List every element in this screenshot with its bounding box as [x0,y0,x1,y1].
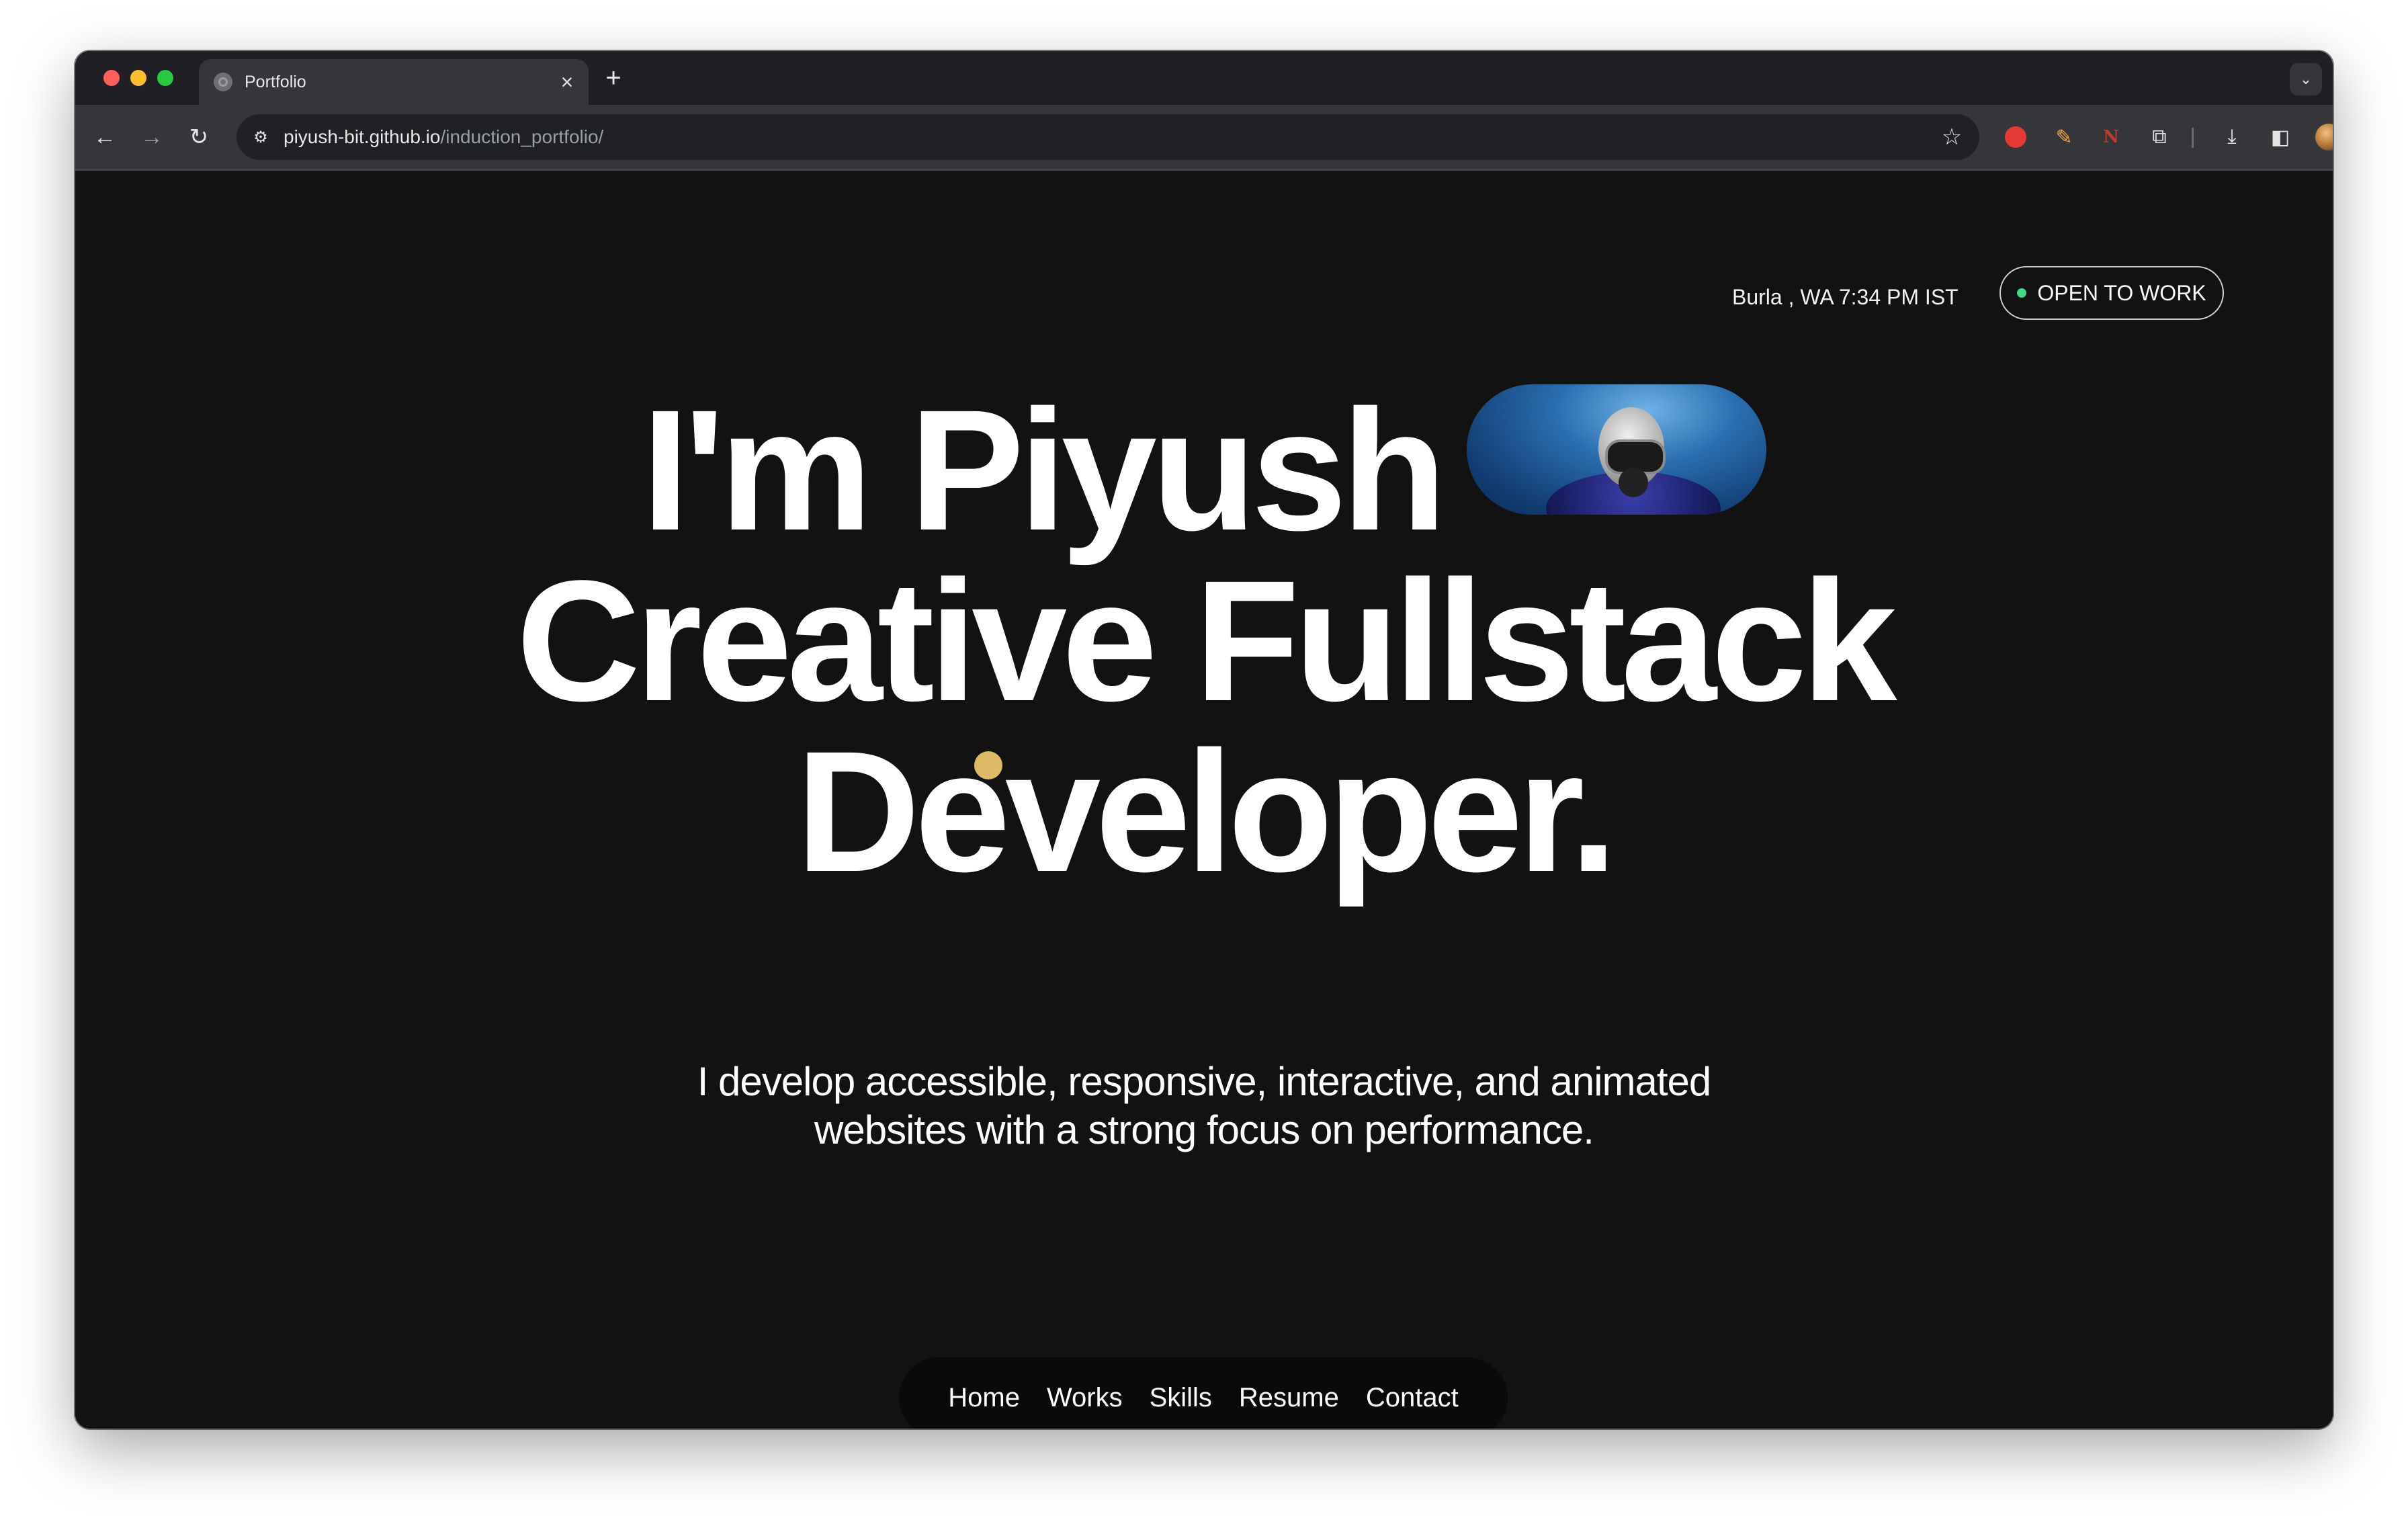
nav-works-link[interactable]: Works [1047,1383,1123,1413]
back-arrow-icon[interactable]: ← [87,120,122,155]
tab-title: Portfolio [245,72,306,91]
headline-name: I'm Piyush [641,374,1447,566]
custom-cursor-dot [974,751,1002,779]
nav-resume-link[interactable]: Resume [1239,1383,1339,1413]
headline-line-2: Creative Fullstack [516,545,1897,737]
tab-portfolio[interactable]: Portfolio × [199,59,589,105]
tab-close-icon[interactable]: × [554,70,580,95]
url-text[interactable]: piyush-bit.github.io/induction_portfolio… [284,126,1935,148]
pen-extension-icon[interactable]: ✎ [2047,120,2081,155]
url-path: /induction_portfolio/ [440,126,604,147]
ni-extension-icon[interactable]: N [2094,120,2128,155]
profile-avatar-icon[interactable] [2311,120,2333,155]
browser-window: Portfolio × + ⌄ ← → ↻ ⚙ piyush-bit.githu… [75,51,2333,1429]
hero-headline: I'm Piyush Creative Fullstack Developer. [75,384,2333,908]
tab-search-button[interactable]: ⌄ [2290,63,2322,95]
puzzle-extensions-icon[interactable]: ⧉ [2142,120,2177,155]
maximize-window-button[interactable] [157,70,173,86]
nav-home-link[interactable]: Home [948,1383,1020,1413]
forward-arrow-icon[interactable]: → [134,120,169,155]
bottom-navigation: Home Works Skills Resume Contact [899,1357,1508,1429]
address-bar[interactable]: ⚙ piyush-bit.github.io/induction_portfol… [236,114,1979,160]
status-dot-icon [2017,288,2027,298]
tab-strip: Portfolio × + ⌄ [75,51,2333,105]
headline-line-3: Developer. [796,716,1618,908]
browser-toolbar: ← → ↻ ⚙ piyush-bit.github.io/induction_p… [75,105,2333,171]
new-tab-button[interactable]: + [598,63,629,93]
tagline-line-2: websites with a strong focus on performa… [814,1107,1594,1152]
site-info-icon[interactable]: ⚙ [247,124,274,151]
nav-contact-link[interactable]: Contact [1366,1383,1459,1413]
toolbar-divider [2192,128,2194,148]
headline-line-1: I'm Piyush [75,384,2333,556]
record-extension-icon[interactable] [1998,120,2033,155]
minimize-window-button[interactable] [130,70,146,86]
side-panel-icon[interactable]: ◧ [2263,120,2298,155]
diver-photo-pill [1467,384,1767,515]
url-host: piyush-bit.github.io [284,126,441,147]
globe-icon [214,73,232,91]
portfolio-page: Burla , WA 7:34 PM IST OPEN TO WORK I'm … [75,171,2333,1429]
open-to-work-button[interactable]: OPEN TO WORK [2000,266,2224,320]
reload-icon[interactable]: ↻ [181,120,216,155]
open-to-work-label: OPEN TO WORK [2037,280,2206,305]
bookmark-star-icon[interactable]: ☆ [1935,124,1969,151]
close-window-button[interactable] [103,70,120,86]
download-icon[interactable]: ⤓ [2214,120,2249,155]
nav-skills-link[interactable]: Skills [1150,1383,1212,1413]
tagline-line-1: I develop accessible, responsive, intera… [697,1059,1712,1104]
hero-tagline: I develop accessible, responsive, intera… [75,1058,2333,1154]
location-time: Burla , WA 7:34 PM IST [1732,285,1959,309]
